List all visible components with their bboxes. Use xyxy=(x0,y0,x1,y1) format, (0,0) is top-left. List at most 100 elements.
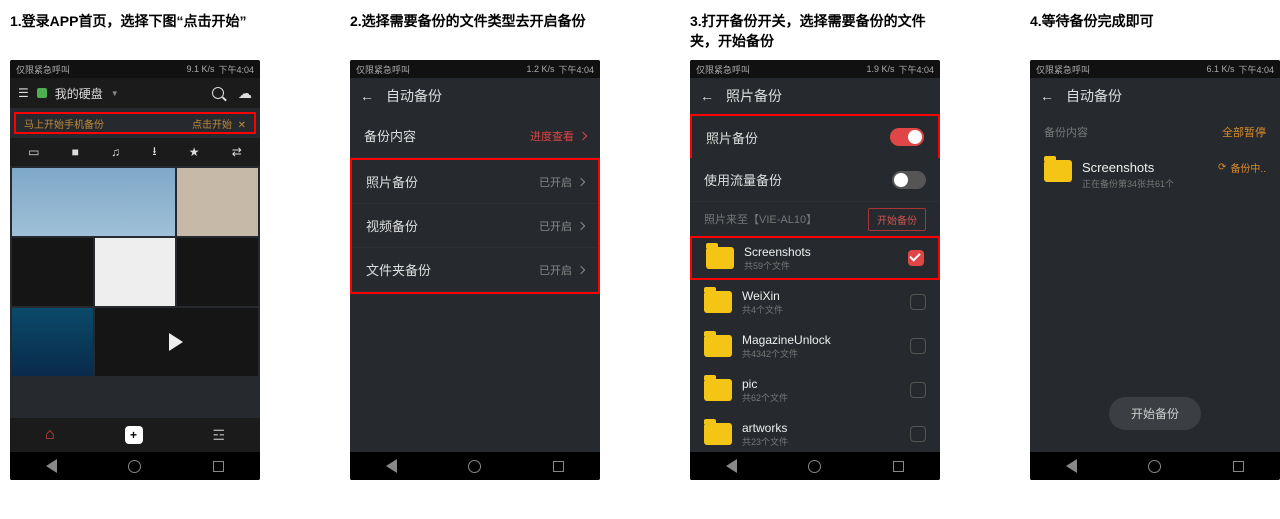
grid-item[interactable] xyxy=(177,168,258,236)
status-bar: 仅限紧急呼叫 1.9 K/s下午4:04 xyxy=(690,60,940,78)
home-icon[interactable] xyxy=(128,460,141,473)
grid-item[interactable] xyxy=(12,168,175,236)
row-photo-backup-toggle: 照片备份 xyxy=(690,114,940,158)
row-backup-content[interactable]: 备份内容 进度查看 xyxy=(350,114,600,158)
folder-icon xyxy=(704,291,732,313)
back-arrow-icon[interactable]: ← xyxy=(360,88,374,104)
row-value: 进度查看 xyxy=(530,128,574,144)
folder-icon xyxy=(1044,160,1072,182)
backup-banner[interactable]: 马上开始手机备份 点击开始 ✕ xyxy=(14,112,256,134)
home-icon[interactable] xyxy=(808,460,821,473)
folder-icon xyxy=(706,247,734,269)
cloud-upload-icon[interactable]: ☁ xyxy=(238,85,252,102)
folder-icon xyxy=(704,379,732,401)
android-nav xyxy=(690,452,940,480)
sync-icon: ⟳ xyxy=(1218,162,1226,173)
nav-add-icon[interactable]: + xyxy=(125,426,143,444)
grid-item[interactable] xyxy=(177,238,258,306)
tab-music-icon[interactable]: ♫ xyxy=(111,145,120,159)
recents-icon[interactable] xyxy=(1233,461,1244,472)
grid-item[interactable] xyxy=(12,238,93,306)
folder-row[interactable]: pic共62个文件 xyxy=(690,368,940,412)
back-icon[interactable] xyxy=(386,459,397,473)
row-label: 视频备份 xyxy=(366,216,418,235)
start-backup-button[interactable]: 开始备份 xyxy=(868,208,926,231)
nav-list-icon[interactable]: ☲ xyxy=(212,427,225,444)
menu-icon[interactable]: ☰ xyxy=(18,86,29,100)
tab-image-icon[interactable]: ▭ xyxy=(28,145,39,159)
folder-count: 共4个文件 xyxy=(742,303,900,316)
checkbox-unchecked[interactable] xyxy=(910,338,926,354)
folder-row[interactable]: Screenshots共59个文件 xyxy=(690,236,940,280)
banner-text: 马上开始手机备份 xyxy=(24,116,104,131)
status-speed: 9.1 K/s xyxy=(186,64,214,74)
checkbox-unchecked[interactable] xyxy=(910,382,926,398)
search-icon[interactable] xyxy=(212,87,224,99)
row-photo-backup[interactable]: 照片备份 已开启 xyxy=(352,160,598,204)
folder-name: Screenshots xyxy=(1082,160,1174,175)
folder-row[interactable]: artworks共23个文件 xyxy=(690,412,940,456)
row-video-backup[interactable]: 视频备份 已开启 xyxy=(352,204,598,248)
row-label: 照片备份 xyxy=(366,172,418,191)
toggle-switch-on[interactable] xyxy=(890,128,924,146)
back-icon[interactable] xyxy=(1066,459,1077,473)
backup-status: 备份中.. xyxy=(1230,160,1266,175)
recents-icon[interactable] xyxy=(893,461,904,472)
status-bar: 仅限紧急呼叫 6.1 K/s下午4:04 xyxy=(1030,60,1280,78)
screenshot-2: 仅限紧急呼叫 1.2 K/s下午4:04 ← 自动备份 备份内容 进度查看 照片… xyxy=(350,60,600,480)
status-speed: 6.1 K/s xyxy=(1206,64,1234,74)
home-icon[interactable] xyxy=(468,460,481,473)
step4-caption: 4.等待备份完成即可 xyxy=(1030,12,1280,52)
file-grid xyxy=(10,166,260,378)
grid-item[interactable] xyxy=(12,308,93,376)
folder-name: MagazineUnlock xyxy=(742,333,900,347)
step3-caption: 3.打开备份开关，选择需要备份的文件夹，开始备份 xyxy=(690,12,940,52)
back-icon[interactable] xyxy=(46,459,57,473)
nav-home-icon[interactable]: ⌂ xyxy=(45,426,55,444)
toggle-switch-off[interactable] xyxy=(892,171,926,189)
tab-download-icon[interactable]: ⭳ xyxy=(152,142,156,163)
chevron-right-icon xyxy=(577,221,585,229)
grid-item-video[interactable] xyxy=(95,308,258,376)
backup-content-label: 备份内容 xyxy=(1044,124,1088,140)
back-icon[interactable] xyxy=(726,459,737,473)
checkbox-unchecked[interactable] xyxy=(910,426,926,442)
status-time: 下午4:04 xyxy=(558,63,594,76)
folder-icon xyxy=(704,335,732,357)
pause-all-button[interactable]: 全部暂停 xyxy=(1222,124,1266,140)
row-label: 备份内容 xyxy=(364,126,416,145)
status-bar: 仅限紧急呼叫 9.1 K/s下午4:04 xyxy=(10,60,260,78)
start-backup-button[interactable]: 开始备份 xyxy=(1109,397,1201,430)
status-time: 下午4:04 xyxy=(1238,63,1274,76)
folder-row[interactable]: WeiXin共4个文件 xyxy=(690,280,940,324)
tab-video-icon[interactable]: ■ xyxy=(72,145,79,159)
back-arrow-icon[interactable]: ← xyxy=(700,88,714,104)
status-carrier: 仅限紧急呼叫 xyxy=(696,63,750,76)
row-folder-backup[interactable]: 文件夹备份 已开启 xyxy=(352,248,598,292)
banner-action[interactable]: 点击开始 xyxy=(192,120,232,131)
folder-count: 共59个文件 xyxy=(744,259,898,272)
row-value: 已开启 xyxy=(539,174,572,190)
tab-share-icon[interactable]: ⇄ xyxy=(232,145,242,159)
checkbox-unchecked[interactable] xyxy=(910,294,926,310)
dropdown-icon[interactable]: ▼ xyxy=(111,89,119,98)
checkbox-checked[interactable] xyxy=(908,250,924,266)
screenshot-1: 仅限紧急呼叫 9.1 K/s下午4:04 ☰ 我的硬盘 ▼ ☁ 马上开始手机备份… xyxy=(10,60,260,480)
home-icon[interactable] xyxy=(1148,460,1161,473)
chevron-right-icon xyxy=(577,265,585,273)
page-title: 照片备份 xyxy=(726,86,782,106)
banner-close-icon[interactable]: ✕ xyxy=(238,120,246,131)
chevron-right-icon xyxy=(577,177,585,185)
recents-icon[interactable] xyxy=(553,461,564,472)
folder-row[interactable]: MagazineUnlock共4342个文件 xyxy=(690,324,940,368)
drive-title[interactable]: 我的硬盘 xyxy=(55,85,103,102)
folder-count: 共4342个文件 xyxy=(742,347,900,360)
tab-favorite-icon[interactable]: ★ xyxy=(189,145,200,159)
recents-icon[interactable] xyxy=(213,461,224,472)
bottom-nav: ⌂ + ☲ xyxy=(10,418,260,452)
status-bar: 仅限紧急呼叫 1.2 K/s下午4:04 xyxy=(350,60,600,78)
back-arrow-icon[interactable]: ← xyxy=(1040,88,1054,104)
photo-source-label: 照片来至【VIE-AL10】 xyxy=(704,211,817,227)
grid-item[interactable] xyxy=(95,238,176,306)
backup-progress-row: Screenshots 正在备份第34张共61个 ⟳备份中.. xyxy=(1030,150,1280,200)
